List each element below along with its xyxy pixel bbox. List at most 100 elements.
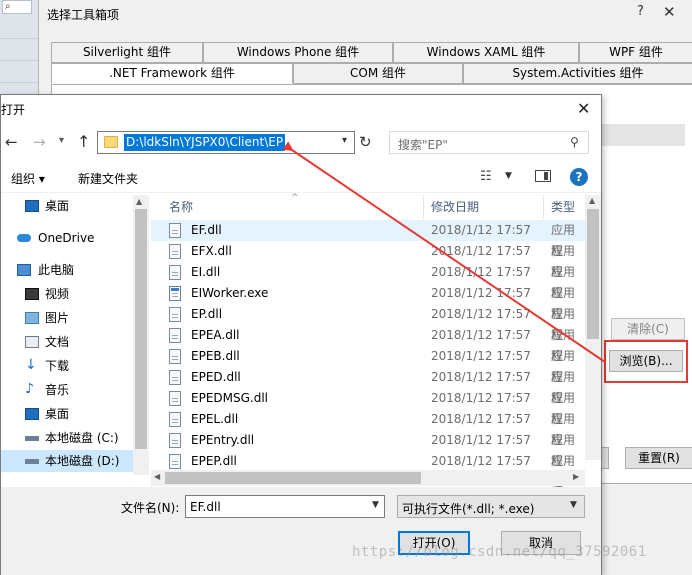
dll-file-icon (169, 265, 181, 280)
file-row[interactable]: EP.dll 2018/1/12 17:57 应用程 (151, 304, 585, 342)
tab-silverlight[interactable]: Silverlight 组件 (51, 42, 203, 63)
dll-file-icon (169, 223, 181, 238)
address-path[interactable]: D:\ldkSln\YJSPX0\Client\EP (124, 134, 286, 151)
help-icon[interactable]: ? (570, 168, 588, 186)
ide-search-box[interactable]: ⌕ (2, 0, 32, 14)
file-name: EPED.dll (191, 370, 241, 384)
pc-icon (17, 264, 31, 276)
dll-file-icon (169, 328, 181, 343)
filename-value: EF.dll (190, 500, 221, 514)
search-input[interactable]: 搜索"EP" ⚲ (389, 131, 589, 154)
tab-com[interactable]: COM 组件 (293, 63, 463, 84)
chevron-down-icon[interactable]: ▼ (372, 500, 379, 510)
nav-item-this-pc[interactable]: 此电脑 (1, 259, 149, 281)
nav-item-drive-d[interactable]: 本地磁盘 (D:) (1, 450, 149, 472)
file-date: 2018/1/12 17:57 (431, 223, 531, 237)
open-file-dialog: 打开 ✕ ← → ▾ ↑ D:\ldkSln\YJSPX0\Client\EP … (0, 94, 602, 575)
nav-item-documents[interactable]: 文档 (1, 331, 149, 353)
scrollbar-thumb[interactable] (165, 472, 421, 484)
close-button[interactable]: ✕ (663, 3, 676, 21)
file-name: EPEB.dll (191, 349, 240, 363)
help-button[interactable]: ? (637, 4, 644, 19)
search-placeholder: 搜索"EP" (398, 138, 448, 152)
tab-system-activities[interactable]: System.Activities 组件 (463, 63, 692, 84)
column-separator[interactable] (543, 195, 544, 219)
file-row[interactable]: EPEP.dll 2018/1/12 17:57 应用程 (151, 451, 585, 489)
file-row[interactable]: EI.dll 2018/1/12 17:57 应用程 (151, 262, 585, 300)
chevron-down-icon[interactable]: ▼ (570, 500, 577, 510)
list-item[interactable] (599, 124, 685, 146)
file-row[interactable]: EPEL.dll 2018/1/12 17:57 应用程 (151, 409, 585, 447)
dialog-title: 选择工具箱项 (47, 8, 120, 22)
file-row[interactable]: EF.dll 2018/1/12 17:57 应用程 (151, 220, 585, 258)
file-row[interactable]: EFX.dll 2018/1/12 17:57 应用程 (151, 241, 585, 279)
tab-windows-xaml[interactable]: Windows XAML 组件 (393, 42, 579, 63)
close-button[interactable]: ✕ (577, 99, 590, 118)
column-header-type[interactable]: 类型 (551, 195, 575, 219)
watermark: https://blog.csdn.net/qq_37592061 (352, 544, 647, 560)
clear-button[interactable]: 清除(C) (611, 318, 685, 340)
new-folder-button[interactable]: 新建文件夹 (78, 170, 138, 187)
column-header-name[interactable]: 名称 (169, 195, 193, 219)
nav-item-desktop[interactable]: 桌面 (1, 195, 149, 217)
file-list-horizontal-scrollbar[interactable]: ◀ ▶ (151, 470, 585, 486)
nav-label: 下载 (45, 359, 70, 373)
nav-label: 本地磁盘 (D:) (45, 454, 120, 468)
back-arrow-icon[interactable]: ← (5, 133, 18, 151)
file-name: EPEDMSG.dll (191, 391, 269, 405)
tab-windows-phone[interactable]: Windows Phone 组件 (203, 42, 393, 63)
file-date: 2018/1/12 17:57 (431, 391, 531, 405)
nav-label: 音乐 (45, 383, 70, 397)
refresh-icon[interactable]: ↻ (359, 133, 372, 151)
file-date: 2018/1/12 17:57 (431, 370, 531, 384)
nav-item-pictures[interactable]: 图片 (1, 307, 149, 329)
nav-label: 文档 (45, 335, 70, 349)
nav-label: 桌面 (45, 407, 70, 421)
file-row[interactable]: EPEA.dll 2018/1/12 17:57 应用程 (151, 325, 585, 363)
chevron-down-icon[interactable]: ▾ (342, 135, 347, 146)
ide-divider (0, 60, 38, 61)
file-date: 2018/1/12 17:57 (431, 454, 531, 468)
view-options-icon[interactable]: ☷ (480, 169, 492, 184)
scroll-up-icon[interactable]: ▲ (136, 197, 142, 206)
reset-button[interactable]: 重置(R) (625, 447, 692, 469)
forward-arrow-icon[interactable]: → (33, 133, 46, 151)
nav-item-videos[interactable]: 视频 (1, 283, 149, 305)
nav-item-drive-c[interactable]: 本地磁盘 (C:) (1, 427, 149, 449)
recent-locations-chevron-icon[interactable]: ▾ (59, 135, 64, 146)
file-row[interactable]: EPEDMSG.dll 2018/1/12 17:57 应用程 (151, 388, 585, 426)
filetype-select[interactable]: 可执行文件(*.dll; *.exe) ▼ (397, 495, 585, 518)
up-arrow-icon[interactable]: ↑ (77, 132, 90, 151)
nav-item-music[interactable]: ♪ 音乐 (1, 379, 149, 401)
nav-item-downloads[interactable]: ↓ 下载 (1, 355, 149, 377)
nav-item-desktop-2[interactable]: 桌面 (1, 403, 149, 425)
filename-input[interactable]: EF.dll ▼ (185, 495, 385, 518)
dll-file-icon (169, 454, 181, 469)
file-name: EPEL.dll (191, 412, 239, 426)
dll-file-icon (169, 412, 181, 427)
search-icon: ⚲ (570, 135, 579, 149)
scroll-left-icon[interactable]: ◀ (154, 472, 160, 481)
column-header-date[interactable]: 修改日期 (431, 195, 479, 219)
dll-file-icon (169, 433, 181, 448)
address-bar[interactable]: D:\ldkSln\YJSPX0\Client\EP ▾ (97, 131, 355, 154)
scrollbar-thumb[interactable] (587, 209, 599, 339)
nav-label: 视频 (45, 287, 70, 301)
file-row[interactable]: EPEntry.dll 2018/1/12 17:57 应用程 (151, 430, 585, 468)
column-separator[interactable] (423, 195, 424, 219)
organize-menu-button[interactable]: 组织 ▾ (11, 170, 45, 187)
tab-wpf[interactable]: WPF 组件 (579, 42, 692, 63)
nav-item-onedrive[interactable]: OneDrive (1, 227, 149, 249)
filetype-value: 可执行文件(*.dll; *.exe) (402, 502, 535, 516)
file-row[interactable]: EPEB.dll 2018/1/12 17:57 应用程 (151, 346, 585, 384)
file-list-vertical-scrollbar[interactable]: ▲ (585, 195, 601, 460)
scroll-right-icon[interactable]: ▶ (573, 472, 579, 481)
scroll-up-icon[interactable]: ▲ (589, 196, 595, 205)
preview-pane-icon[interactable] (535, 170, 551, 182)
chevron-down-icon[interactable]: ▼ (505, 171, 512, 181)
nav-scrollbar[interactable]: ▲ (133, 195, 149, 475)
scrollbar-thumb[interactable] (135, 209, 147, 449)
tab-net-framework[interactable]: .NET Framework 组件 (51, 63, 293, 84)
file-row[interactable]: EIWorker.exe 2018/1/12 17:57 应用程 (151, 283, 585, 321)
file-row[interactable]: EPED.dll 2018/1/12 17:57 应用程 (151, 367, 585, 405)
